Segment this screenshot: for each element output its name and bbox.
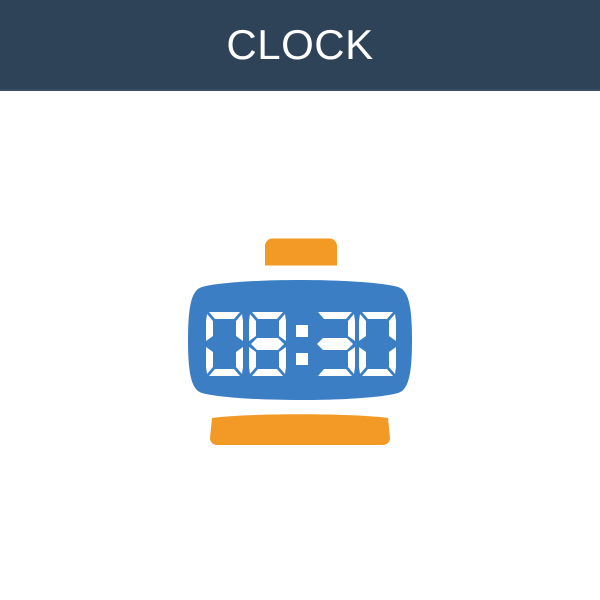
colon-dot-bottom <box>296 353 308 365</box>
top-button-shape <box>265 238 337 266</box>
illustration-stage <box>0 91 600 600</box>
page-title: CLOCK <box>226 21 374 68</box>
base-stand-shape <box>210 414 390 445</box>
segment-g <box>251 338 284 350</box>
segment-g <box>317 338 353 350</box>
clock-illustration <box>170 228 430 458</box>
header-bar: CLOCK <box>0 0 600 91</box>
clock-body-shape <box>188 280 412 400</box>
page-root: CLOCK <box>0 0 600 600</box>
clock-icon <box>188 238 412 445</box>
colon-dot-top <box>296 325 308 337</box>
